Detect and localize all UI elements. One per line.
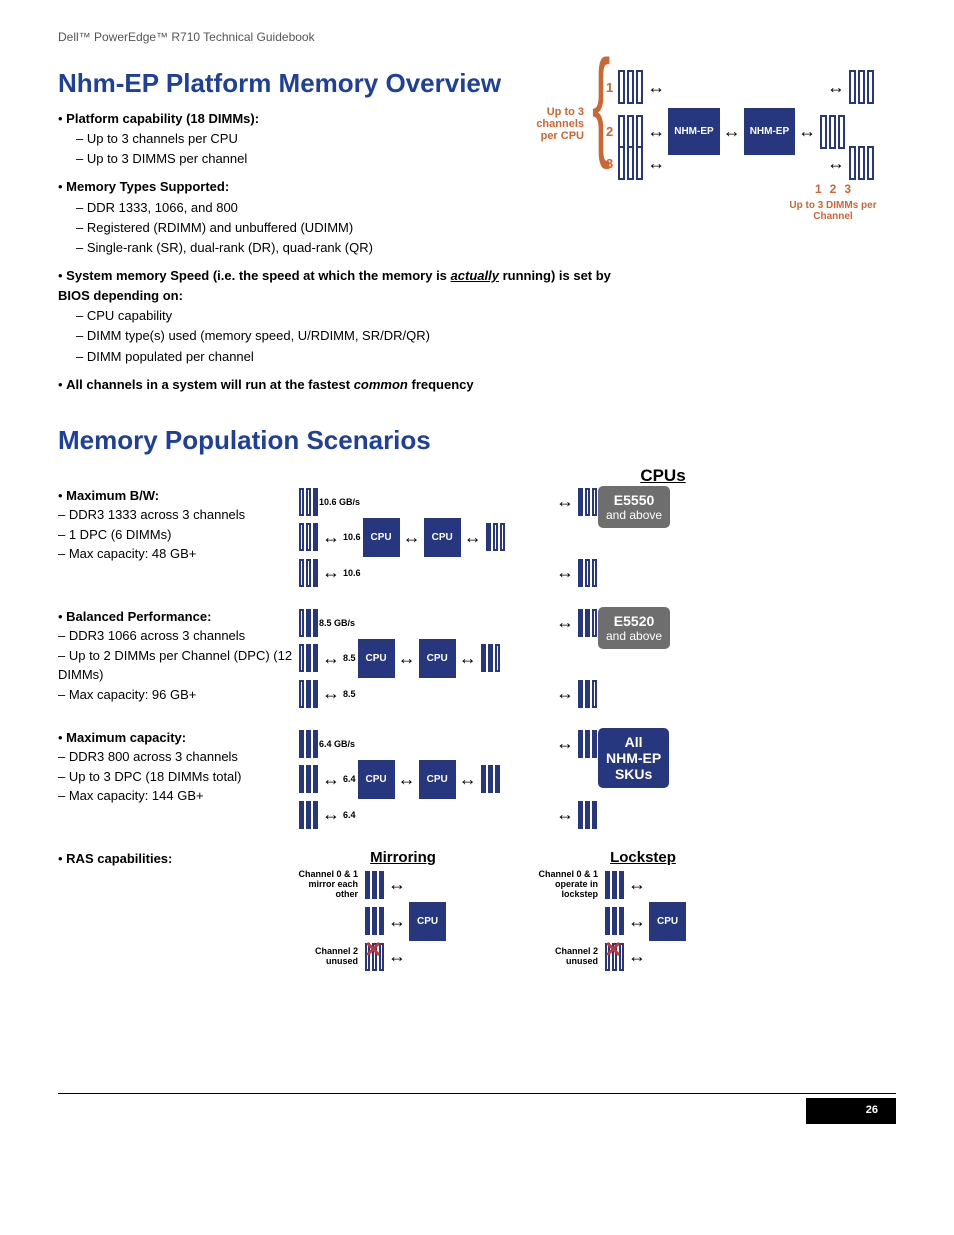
scen2-title: Balanced Performance: <box>66 609 211 624</box>
cpu-box: CPU <box>363 518 400 557</box>
s1-b2-s2: Registered (RDIMM) and unbuffered (UDIMM… <box>87 220 353 235</box>
s1-b1-s2: Up to 3 DIMMS per channel <box>87 151 247 166</box>
channels-label: Up to 3 channels per CPU <box>536 106 584 142</box>
s1-b2-s1: DDR 1333, 1066, and 800 <box>87 200 238 215</box>
s1-b3-title: System memory Speed (i.e. the speed at w… <box>58 268 611 303</box>
scenario-ras: • RAS capabilities: Mirroring Channel 0 … <box>58 849 896 973</box>
s1-b3-s3: DIMM populated per channel <box>87 349 254 364</box>
nhmep-box-2: NHM-EP <box>744 108 795 155</box>
ch-num-3: 3 <box>606 156 613 171</box>
section2-title: Memory Population Scenarios <box>58 425 896 456</box>
dimms-label: Up to 3 DIMMs per Channel <box>773 200 893 222</box>
s1-b1-title: Platform capability (18 DIMMs): <box>66 111 259 126</box>
arrow-icon: ↔ <box>647 77 665 98</box>
ras-title: RAS capabilities: <box>66 851 172 866</box>
ch-num-2: 2 <box>606 124 613 139</box>
s1-b2-s3: Single-rank (SR), dual-rank (DR), quad-r… <box>87 240 373 255</box>
x-icon: ✕ <box>604 937 622 963</box>
scenario-balanced: • Balanced Performance: – DDR3 1066 acro… <box>58 607 896 710</box>
s1-b3-s1: CPU capability <box>87 308 172 323</box>
lockstep-title: Lockstep <box>538 849 748 866</box>
doc-header: Dell™ PowerEdge™ R710 Technical Guideboo… <box>58 30 896 44</box>
ch-num-1: 1 <box>606 80 613 95</box>
scenario-max-capacity: • Maximum capacity: – DDR3 800 across 3 … <box>58 728 896 831</box>
cpu-e5520-label: E5520 and above <box>598 607 670 649</box>
dimm-nums: 123 <box>773 180 893 198</box>
scen1-title: Maximum B/W: <box>66 488 159 503</box>
s1-b4: All channels in a system will run at the… <box>66 377 473 392</box>
scenario-max-bw: • Maximum B/W: – DDR3 1333 across 3 chan… <box>58 486 896 589</box>
cpu-e5550-label: E5550 and above <box>598 486 670 528</box>
s1-b3-s2: DIMM type(s) used (memory speed, U/RDIMM… <box>87 328 430 343</box>
s1-b2-title: Memory Types Supported: <box>66 179 229 194</box>
section1-bullets: • Platform capability (18 DIMMs): – Up t… <box>58 109 618 395</box>
nhmep-box: NHM-EP <box>668 108 719 155</box>
scen3-title: Maximum capacity: <box>66 730 186 745</box>
platform-diagram: Up to 3 channels per CPU { 1 ↔ 2 ↔ NHM-E… <box>536 68 896 248</box>
s1-b1-s1: Up to 3 channels per CPU <box>87 131 238 146</box>
page-footer: 26 <box>58 1093 896 1124</box>
page-number: 26 <box>806 1098 896 1124</box>
cpus-header: CPUs <box>598 466 728 486</box>
cpu-all-skus-label: All NHM-EP SKUs <box>598 728 669 788</box>
mirroring-title: Mirroring <box>298 849 508 866</box>
x-icon: ✕ <box>364 937 382 963</box>
